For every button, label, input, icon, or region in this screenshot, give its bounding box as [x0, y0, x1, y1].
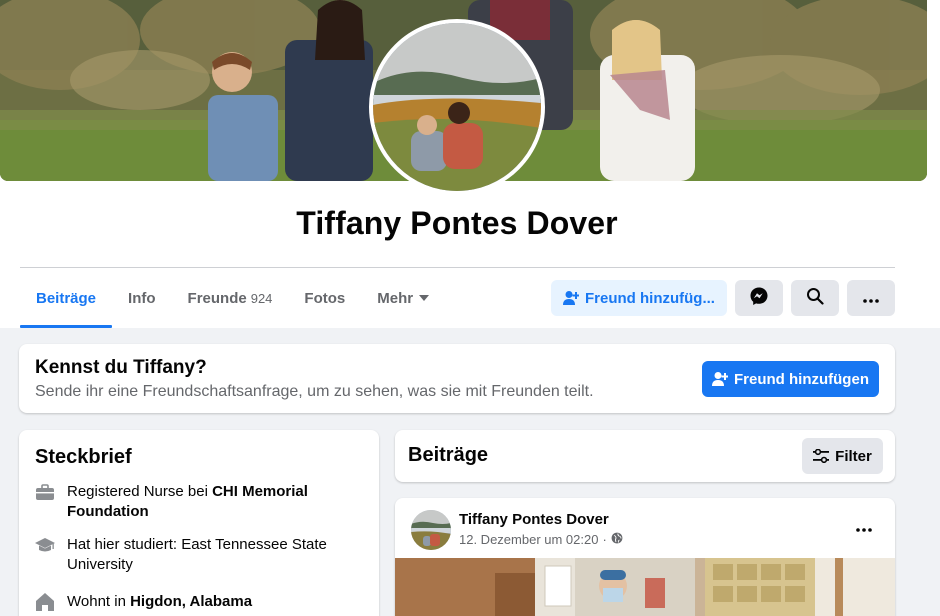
more-icon	[863, 290, 879, 307]
profile-picture[interactable]	[369, 19, 545, 195]
tab-photos-label: Fotos	[304, 289, 346, 307]
residence-place[interactable]: Higdon, Alabama	[130, 593, 252, 610]
work-prefix: Registered Nurse bei	[67, 483, 213, 500]
know-person-subtitle: Sende ihr eine Freundschaftsanfrage, um …	[35, 383, 594, 400]
meta-separator: ·	[602, 532, 607, 547]
more-icon	[856, 519, 872, 537]
education-text: Hat hier studiert: East Tennessee State …	[67, 536, 327, 573]
post-author-avatar[interactable]	[411, 510, 451, 550]
add-friend-icon	[563, 290, 579, 306]
add-friend-button[interactable]: Freund hinzufüg...	[551, 280, 727, 316]
tab-more[interactable]: Mehr	[361, 268, 445, 328]
globe-icon	[611, 532, 623, 547]
tab-posts[interactable]: Beiträge	[20, 268, 113, 328]
caret-down-icon	[419, 295, 430, 301]
posts-header-card: Beiträge Filter	[395, 430, 895, 482]
post-author-name[interactable]: Tiffany Pontes Dover	[459, 511, 609, 528]
filter-icon	[813, 449, 830, 463]
know-person-title: Kennst du Tiffany?	[35, 357, 207, 378]
post-photo[interactable]	[395, 558, 895, 616]
intro-item-education: Hat hier studiert: East Tennessee State …	[35, 535, 365, 575]
filter-button[interactable]: Filter	[802, 438, 883, 474]
add-friend-icon	[712, 371, 728, 387]
add-friend-primary-label: Freund hinzufügen	[734, 370, 869, 388]
intro-title: Steckbrief	[35, 446, 132, 468]
friends-count: 924	[250, 290, 273, 306]
post-photo-image	[395, 558, 895, 616]
intro-item-residence: Wohnt in Higdon, Alabama	[35, 592, 365, 612]
tab-posts-label: Beiträge	[36, 289, 97, 307]
tab-about-label: Info	[128, 289, 156, 307]
search-button[interactable]	[791, 280, 839, 316]
residence-prefix: Wohnt in	[67, 593, 131, 610]
profile-tabs: Beiträge Info Freunde 924 Fotos Mehr	[20, 268, 445, 328]
post-meta: 12. Dezember um 02:20 ·	[459, 532, 623, 547]
tab-friends-label: Freunde	[187, 289, 247, 307]
intro-card: Steckbrief Registered Nurse bei CHI Memo…	[19, 430, 379, 616]
profile-picture-image	[373, 23, 541, 191]
add-friend-primary-button[interactable]: Freund hinzufügen	[702, 361, 879, 397]
messenger-icon	[750, 287, 768, 309]
message-button[interactable]	[735, 280, 783, 316]
posts-title: Beiträge	[408, 444, 489, 466]
profile-header: Tiffany Pontes Dover Beiträge Info Freun…	[0, 0, 940, 328]
post-options-button[interactable]	[849, 518, 879, 538]
briefcase-icon	[35, 482, 55, 502]
filter-label: Filter	[835, 447, 872, 465]
post-date[interactable]: 12. Dezember um 02:20	[459, 532, 598, 547]
home-icon	[35, 592, 55, 612]
intro-item-work: Registered Nurse bei CHI Memorial Founda…	[35, 482, 365, 522]
graduation-cap-icon	[35, 535, 55, 555]
tab-more-label: Mehr	[377, 289, 414, 307]
tab-photos[interactable]: Fotos	[288, 268, 361, 328]
more-options-button[interactable]	[847, 280, 895, 316]
tab-about[interactable]: Info	[112, 268, 172, 328]
post-card: Tiffany Pontes Dover 12. Dezember um 02:…	[395, 498, 895, 616]
search-icon	[806, 287, 824, 309]
tab-friends[interactable]: Freunde 924	[172, 268, 289, 328]
know-person-card: Kennst du Tiffany? Sende ihr eine Freund…	[19, 344, 895, 413]
add-friend-label: Freund hinzufüg...	[585, 289, 715, 307]
profile-name: Tiffany Pontes Dover	[296, 205, 618, 241]
